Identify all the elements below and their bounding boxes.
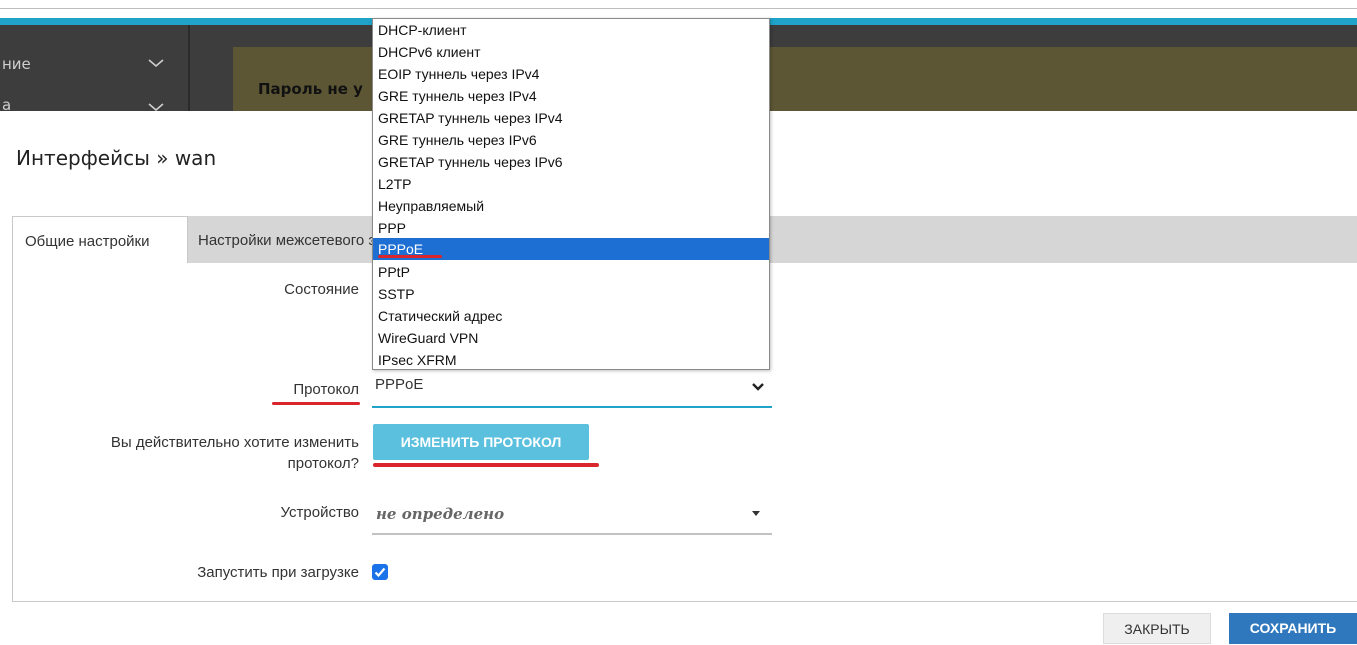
close-button[interactable]: ЗАКРЫТЬ — [1103, 613, 1211, 644]
confirm-label: Вы действительно хотите изменить протоко… — [20, 432, 359, 474]
warning-text: Пароль не у — [258, 80, 363, 98]
page-title: Интерфейсы » wan — [16, 146, 217, 170]
protocol-option[interactable]: GRE туннель через IPv4 — [373, 85, 769, 107]
sidebar-divider — [188, 25, 190, 111]
tab-firewall-settings[interactable]: Настройки межсетевого экрана — [188, 216, 373, 263]
protocol-option[interactable]: PPP — [373, 217, 769, 239]
protocol-option[interactable]: L2TP — [373, 173, 769, 195]
protocol-option[interactable]: EOIP туннель через IPv4 — [373, 63, 769, 85]
autostart-checkbox[interactable] — [372, 564, 388, 580]
sidebar-item-label: а — [2, 96, 12, 111]
confirm-label-line1: Вы действительно хотите изменить — [110, 434, 359, 451]
autostart-label: Запустить при загрузке — [197, 564, 359, 581]
caret-down-icon — [752, 511, 760, 516]
confirm-label-line2: протокол? — [287, 455, 359, 472]
protocol-option[interactable]: SSTP — [373, 283, 769, 305]
chevron-down-icon — [148, 103, 164, 111]
save-button[interactable]: СОХРАНИТЬ — [1229, 613, 1357, 644]
protocol-option[interactable]: GRE туннель через IPv6 — [373, 129, 769, 151]
annotation-underline — [378, 255, 442, 258]
device-select-underline — [372, 533, 772, 535]
protocol-option[interactable]: Неуправляемый — [373, 195, 769, 217]
chevron-down-icon — [148, 59, 164, 68]
protocol-option[interactable]: PPtP — [373, 261, 769, 283]
change-protocol-button[interactable]: ИЗМЕНИТЬ ПРОТОКОЛ — [373, 424, 589, 460]
protocol-dropdown-list[interactable]: DHCP-клиент DHCPv6 клиент EOIP туннель ч… — [372, 18, 770, 370]
device-select[interactable]: не определено — [376, 505, 504, 523]
protocol-option[interactable]: DHCPv6 клиент — [373, 41, 769, 63]
chevron-down-icon — [752, 383, 764, 391]
annotation-underline — [272, 402, 360, 405]
annotation-underline — [373, 463, 599, 467]
sidebar-item-2[interactable]: а — [0, 92, 180, 111]
tab-label: Общие настройки — [25, 233, 150, 250]
tab-label: Настройки межсетевого экрана — [198, 232, 373, 249]
protocol-option[interactable]: Статический адрес — [373, 305, 769, 327]
protocol-select-underline — [372, 406, 772, 408]
protocol-option[interactable]: DHCP-клиент — [373, 19, 769, 41]
protocol-select[interactable]: PPPoE — [375, 376, 423, 393]
top-divider — [0, 8, 1357, 9]
protocol-option[interactable]: GRETAP туннель через IPv4 — [373, 107, 769, 129]
protocol-option[interactable]: GRETAP туннель через IPv6 — [373, 151, 769, 173]
sidebar-item-1[interactable]: ние — [0, 45, 180, 85]
state-label: Состояние — [284, 281, 359, 298]
check-icon — [374, 567, 386, 578]
device-label: Устройство — [280, 504, 359, 521]
protocol-option[interactable]: WireGuard VPN — [373, 327, 769, 349]
protocol-option[interactable]: IPsec XFRM — [373, 349, 769, 369]
protocol-label: Протокол — [293, 381, 359, 398]
tab-general-settings[interactable]: Общие настройки — [12, 216, 188, 263]
sidebar-item-label: ние — [2, 55, 31, 73]
